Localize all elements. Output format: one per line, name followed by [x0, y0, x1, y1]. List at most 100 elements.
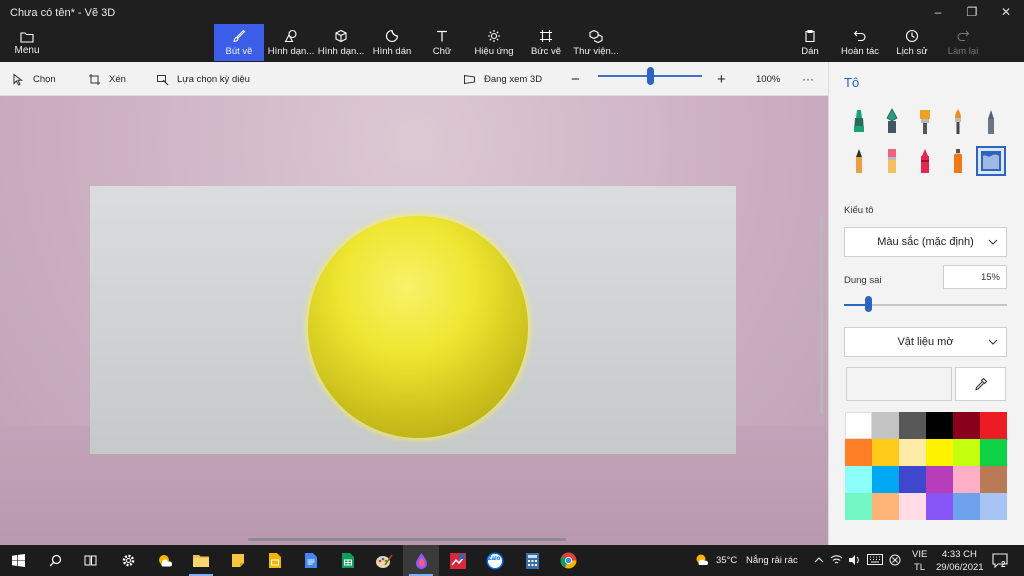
color-swatch[interactable] — [980, 439, 1007, 466]
tool-brushes[interactable]: Bút vẽ — [214, 24, 264, 61]
weather-temperature[interactable]: 35°C — [716, 555, 737, 566]
calligraphy-pen-button[interactable] — [877, 107, 907, 137]
color-swatch[interactable] — [899, 493, 926, 520]
history-button[interactable]: Lịch sử — [892, 24, 932, 61]
undo-button[interactable]: Hoàn tác — [838, 24, 882, 61]
magic-select-button[interactable]: Lựa chọn kỳ diệu — [156, 62, 250, 96]
input-language[interactable]: VIE — [912, 549, 927, 560]
zalo-app-button[interactable]: Zalo — [477, 545, 513, 576]
pixel-pen-button[interactable] — [976, 107, 1006, 137]
weather-sun-icon[interactable] — [694, 553, 710, 567]
color-swatch[interactable] — [845, 493, 872, 520]
notification-icon[interactable] — [992, 553, 1008, 568]
weather-description[interactable]: Nắng rải rác — [746, 555, 798, 566]
tool-3d-library[interactable]: Thư viện... — [572, 24, 620, 61]
tool-3d-shapes[interactable]: Hình dạn... — [316, 24, 366, 61]
volume-icon[interactable] — [848, 554, 861, 566]
network-icon[interactable] — [830, 554, 843, 566]
color-swatch[interactable] — [953, 466, 980, 493]
color-swatch[interactable] — [899, 412, 926, 439]
watercolor-brush-button[interactable] — [943, 107, 973, 137]
keyboard-icon[interactable] — [867, 554, 883, 565]
oil-brush-button[interactable] — [910, 107, 940, 137]
tool-2d-shapes[interactable]: Hình dạn... — [266, 24, 316, 61]
color-swatch[interactable] — [953, 439, 980, 466]
clock-time[interactable]: 4:33 CH — [942, 549, 977, 560]
settings-taskbar-button[interactable] — [110, 545, 146, 576]
paint-app-button[interactable] — [366, 545, 402, 576]
color-swatch[interactable] — [872, 412, 899, 439]
redo-button[interactable]: Làm lại — [944, 24, 982, 61]
clock-date[interactable]: 29/06/2021 — [936, 562, 984, 573]
horizontal-scrollbar[interactable] — [248, 538, 566, 541]
pencil-button[interactable] — [844, 146, 874, 176]
notes-icon — [232, 554, 244, 567]
tool-canvas[interactable]: Bức vẽ — [524, 24, 568, 61]
unikey-icon[interactable] — [889, 554, 901, 566]
color-swatch[interactable] — [926, 439, 953, 466]
close-button[interactable]: ✕ — [988, 0, 1024, 24]
slides-app-button[interactable] — [257, 545, 293, 576]
color-swatch[interactable] — [980, 412, 1007, 439]
maximize-button[interactable]: ❐ — [954, 0, 990, 24]
color-swatch[interactable] — [899, 466, 926, 493]
more-options-button[interactable]: ··· — [802, 62, 814, 96]
tool-stickers[interactable]: Hình dán — [368, 24, 416, 61]
tolerance-slider-thumb[interactable] — [865, 296, 873, 312]
color-swatch[interactable] — [872, 493, 899, 520]
color-swatch[interactable] — [899, 439, 926, 466]
search-button[interactable] — [37, 545, 73, 576]
input-method[interactable]: TL — [914, 562, 925, 573]
select-button[interactable]: Chọn — [12, 62, 56, 96]
crop-button[interactable]: Xén — [88, 62, 126, 96]
zoom-level[interactable]: 100% — [756, 62, 780, 96]
color-swatch[interactable] — [980, 466, 1007, 493]
minimize-button[interactable]: – — [920, 0, 956, 24]
yellow-sphere-3d-object[interactable] — [308, 216, 528, 438]
color-swatch[interactable] — [872, 439, 899, 466]
current-color-preview[interactable] — [846, 367, 952, 401]
sheets-app-button[interactable] — [330, 545, 366, 576]
color-swatch[interactable] — [980, 493, 1007, 520]
spray-can-button[interactable] — [943, 146, 973, 176]
marker-brush-button[interactable] — [844, 107, 874, 137]
tolerance-input[interactable]: 15% — [943, 265, 1007, 289]
color-swatch[interactable] — [926, 466, 953, 493]
start-button[interactable] — [0, 545, 36, 576]
zoom-out-button[interactable]: − — [571, 62, 580, 96]
color-swatch[interactable] — [845, 439, 872, 466]
fill-type-dropdown[interactable]: Màu sắc (mặc định) — [844, 227, 1007, 257]
color-swatch[interactable] — [872, 466, 899, 493]
paint-3d-app-button[interactable] — [403, 545, 439, 576]
weather-widget-button[interactable] — [147, 545, 183, 576]
file-explorer-button[interactable] — [183, 545, 219, 576]
docs-app-button[interactable] — [293, 545, 329, 576]
color-swatch[interactable] — [953, 412, 980, 439]
eraser-button[interactable] — [877, 146, 907, 176]
tool-effects[interactable]: Hiệu ứng — [470, 24, 518, 61]
paste-button[interactable]: Dán — [796, 24, 824, 61]
task-view-button[interactable] — [72, 545, 108, 576]
eyedropper-button[interactable] — [955, 367, 1006, 401]
undo-label: Hoàn tác — [840, 45, 880, 57]
crayon-button[interactable] — [910, 146, 940, 176]
color-swatch[interactable] — [953, 493, 980, 520]
color-swatch[interactable] — [926, 412, 953, 439]
sticky-notes-button[interactable] — [220, 545, 256, 576]
workspace[interactable] — [0, 96, 828, 545]
zoom-slider-thumb[interactable] — [647, 67, 654, 85]
menu-button[interactable]: Menu — [6, 26, 48, 60]
view-3d-button[interactable]: Đang xem 3D — [463, 62, 542, 96]
tool-text[interactable]: Chữ — [422, 24, 462, 61]
monitor-app-button[interactable] — [440, 545, 476, 576]
color-swatch[interactable] — [845, 412, 872, 439]
color-swatch[interactable] — [926, 493, 953, 520]
material-dropdown[interactable]: Vật liệu mờ — [844, 327, 1007, 357]
chevron-up-icon[interactable] — [814, 556, 824, 564]
vertical-scrollbar[interactable] — [820, 214, 823, 414]
zoom-in-button[interactable]: + — [717, 62, 726, 96]
color-swatch[interactable] — [845, 466, 872, 493]
fill-bucket-button[interactable] — [976, 146, 1006, 176]
calculator-app-button[interactable] — [514, 545, 550, 576]
chrome-app-button[interactable] — [550, 545, 586, 576]
